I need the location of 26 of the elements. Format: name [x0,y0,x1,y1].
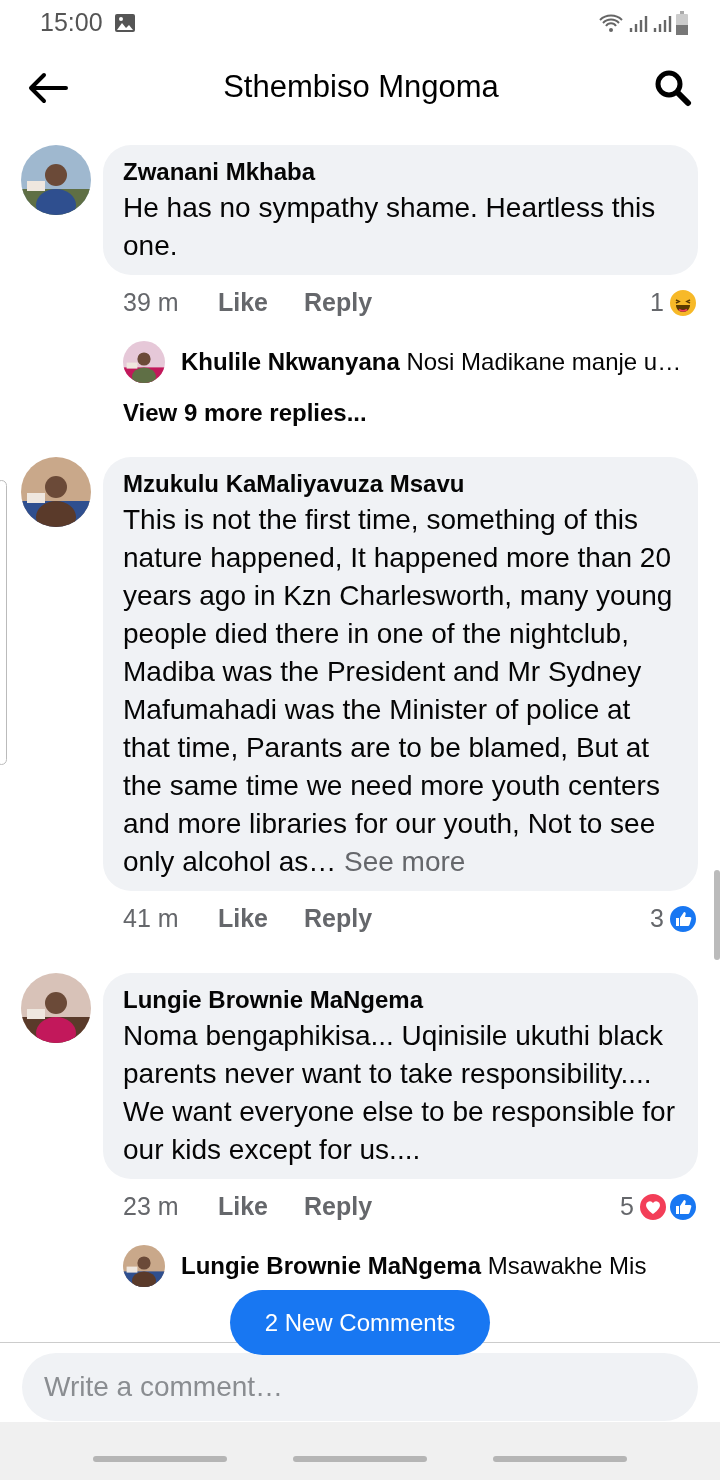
comment-author[interactable]: Lungie Brownie MaNgema [123,983,682,1017]
like-button[interactable]: Like [218,1188,304,1226]
see-more-link[interactable]: See more [344,846,466,877]
view-more-replies-link[interactable]: View 9 more replies... [103,395,698,431]
reaction-count: 3 [650,903,664,935]
comment-author[interactable]: Zwanani Mkhaba [123,155,682,189]
reply-preview[interactable]: Khulile Nkwanyana Nosi Madikane manje u… [181,344,682,380]
comment-text: He has no sympathy shame. Heartless this one. [123,191,657,263]
like-button[interactable]: Like [218,900,304,938]
reply-button[interactable]: Reply [304,284,373,322]
status-time: 15:00 [40,6,103,38]
new-comments-button[interactable]: 2 New Comments [230,1290,490,1355]
comment-author[interactable]: Mzukulu KaMaliyavuza Msavu [123,467,682,501]
comment-text: Noma bengaphikisa... Uqinisile ukuthi black parents never want to take responsibility.... We want everyone else to be responsible for our kids except for us.... [123,1019,676,1167]
comment-text: This is not the first time, something of this nature happened, It happened more than 20 years ago in Kzn Charlesworth, many young people died there in one of the nightclub, Madiba was the President and Mr Sydney Mafumahadi was the Minister of police at that time, Parants are to be blamed, But at the same time we need more youth centers and more libraries for our youth, Not to see only alcohol as… See more [123,503,674,879]
reaction-count: 1 [650,287,664,319]
comment-time: 23 m [123,1191,180,1223]
reply-preview[interactable]: Lungie Brownie MaNgema Msawakhe Mis [181,1248,647,1284]
reply-button[interactable]: Reply [304,900,373,938]
comment-time: 39 m [123,287,180,319]
reaction-count: 5 [620,1191,634,1223]
comment-time: 41 m [123,903,180,935]
page-title: Sthembiso Mngoma [223,68,499,107]
like-button[interactable]: Like [218,284,304,322]
reply-button[interactable]: Reply [304,1188,373,1226]
comment-input[interactable]: Write a comment… [22,1353,698,1421]
